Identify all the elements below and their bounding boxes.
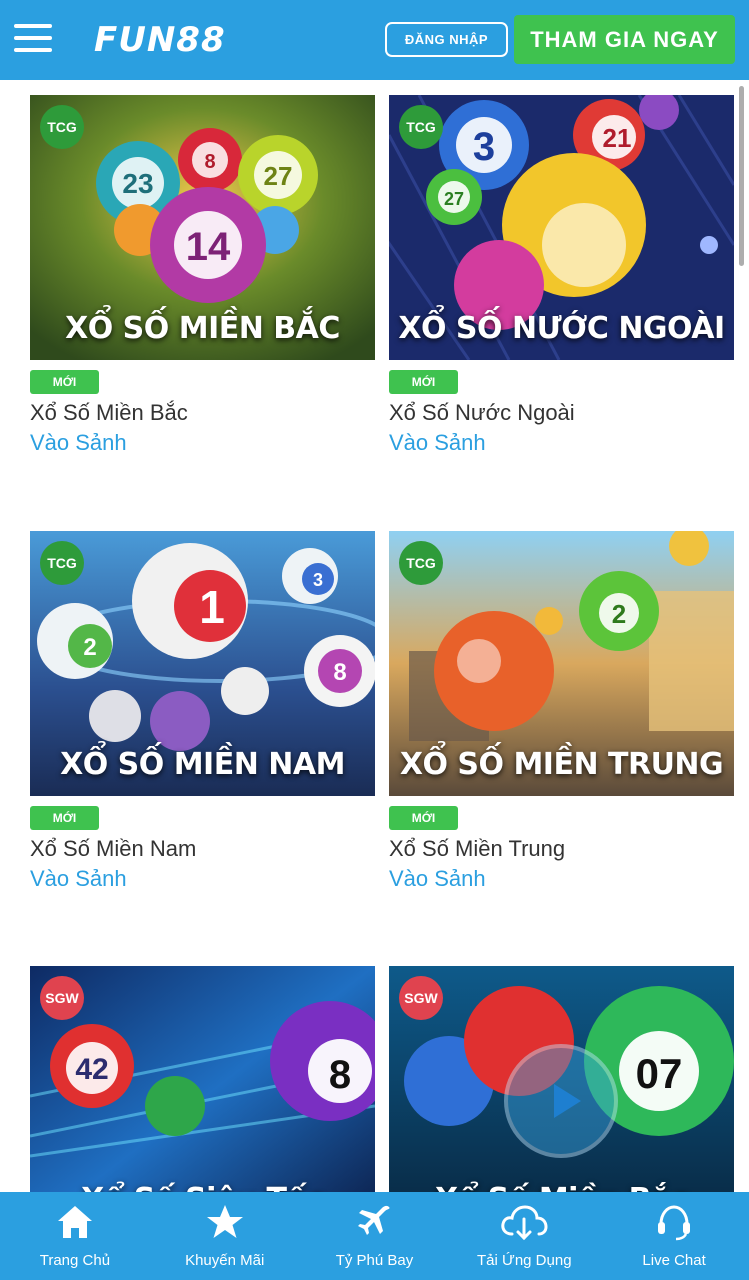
- svg-text:2: 2: [83, 634, 96, 661]
- new-badge: MỚI: [389, 806, 458, 830]
- top-header: FUN88 ĐĂNG NHẬP THAM GIA NGAY: [0, 0, 749, 80]
- svg-text:3: 3: [473, 125, 495, 169]
- nav-home[interactable]: Trang Chủ: [0, 1192, 150, 1280]
- join-now-button[interactable]: THAM GIA NGAY: [514, 15, 735, 64]
- nav-label: Khuyến Mãi: [185, 1252, 265, 1269]
- star-icon: [206, 1205, 243, 1238]
- game-thumbnail[interactable]: 2 TCG XỔ SỐ MIỀN TRUNG: [389, 531, 734, 796]
- enter-lobby-link[interactable]: Vào Sảnh: [389, 866, 734, 892]
- nav-live-chat[interactable]: Live Chat: [599, 1192, 749, 1280]
- provider-badge: TCG: [40, 105, 84, 149]
- svg-text:21: 21: [603, 123, 632, 153]
- nav-label: Tải Ứng Dụng: [477, 1252, 572, 1269]
- scrollbar[interactable]: [739, 86, 744, 266]
- nav-label: Trang Chủ: [39, 1252, 111, 1269]
- enter-lobby-link[interactable]: Vào Sảnh: [389, 430, 734, 456]
- svg-text:27: 27: [444, 189, 464, 209]
- banner-title: XỔ SỐ MIỀN TRUNG: [399, 747, 724, 782]
- home-icon: [57, 1206, 92, 1238]
- enter-lobby-link[interactable]: Vào Sảnh: [30, 430, 375, 456]
- game-thumbnail[interactable]: 2 1 3 8 TCG XỔ SỐ MIỀN NAM: [30, 531, 375, 796]
- menu-icon[interactable]: [14, 24, 52, 56]
- plane-icon: [358, 1205, 391, 1235]
- banner-title: XỔ SỐ NƯỚC NGOÀI: [398, 311, 725, 346]
- svg-text:14: 14: [186, 225, 231, 269]
- nav-promotions[interactable]: Khuyến Mãi: [150, 1192, 300, 1280]
- game-card: 2 1 3 8 TCG XỔ SỐ MIỀN NAM MỚI Xổ Số Miề…: [30, 531, 375, 892]
- game-name: Xổ Số Miền Trung: [389, 836, 566, 861]
- nav-label: Live Chat: [642, 1252, 706, 1269]
- game-name: Xổ Số Nước Ngoài: [389, 400, 575, 425]
- bottom-nav: Trang Chủ Khuyến Mãi Tỷ Phú Bay Tải Ứng …: [0, 1192, 749, 1280]
- game-name: Xổ Số Miền Nam: [30, 836, 197, 861]
- game-card: 23 8 27 14 TCG XỔ SỐ MIỀN BẮC MỚI Xổ Số …: [30, 95, 375, 456]
- svg-text:8: 8: [204, 151, 215, 173]
- nav-download-app[interactable]: Tải Ứng Dụng: [449, 1192, 599, 1280]
- enter-lobby-link[interactable]: Vào Sảnh: [30, 866, 375, 892]
- headset-icon: [658, 1205, 691, 1241]
- svg-text:23: 23: [122, 168, 153, 199]
- new-badge: MỚI: [389, 370, 458, 394]
- provider-badge: TCG: [399, 105, 443, 149]
- provider-badge: TCG: [399, 541, 443, 585]
- game-card: 3 21 27 TCG XỔ SỐ NƯỚC NGOÀI MỚI Xổ Số N…: [389, 95, 734, 456]
- game-thumbnail[interactable]: 3 21 27 TCG XỔ SỐ NƯỚC NGOÀI: [389, 95, 734, 360]
- provider-badge: SGW: [399, 976, 443, 1020]
- svg-text:07: 07: [636, 1050, 683, 1097]
- svg-text:3: 3: [313, 570, 323, 590]
- cloud-download-icon: [501, 1205, 548, 1241]
- banner-title: XỔ SỐ MIỀN BẮC: [65, 311, 340, 346]
- new-badge: MỚI: [30, 806, 99, 830]
- provider-badge: SGW: [40, 976, 84, 1020]
- new-badge: MỚI: [30, 370, 99, 394]
- game-card: 2 TCG XỔ SỐ MIỀN TRUNG MỚI Xổ Số Miền Tr…: [389, 531, 734, 892]
- game-thumbnail[interactable]: 23 8 27 14 TCG XỔ SỐ MIỀN BẮC: [30, 95, 375, 360]
- svg-text:8: 8: [329, 1053, 351, 1097]
- banner-title: XỔ SỐ MIỀN NAM: [60, 747, 345, 782]
- svg-text:2: 2: [612, 599, 626, 629]
- svg-text:8: 8: [333, 659, 346, 686]
- login-button[interactable]: ĐĂNG NHẬP: [385, 22, 508, 57]
- fun88-logo[interactable]: FUN88: [94, 20, 226, 60]
- nav-ty-phu-bay[interactable]: Tỷ Phú Bay: [300, 1192, 450, 1280]
- svg-text:1: 1: [199, 581, 225, 633]
- svg-text:42: 42: [75, 1053, 108, 1086]
- svg-text:27: 27: [264, 161, 293, 191]
- nav-label: Tỷ Phú Bay: [335, 1252, 414, 1269]
- provider-badge: TCG: [40, 541, 84, 585]
- game-name: Xổ Số Miền Bắc: [30, 400, 188, 425]
